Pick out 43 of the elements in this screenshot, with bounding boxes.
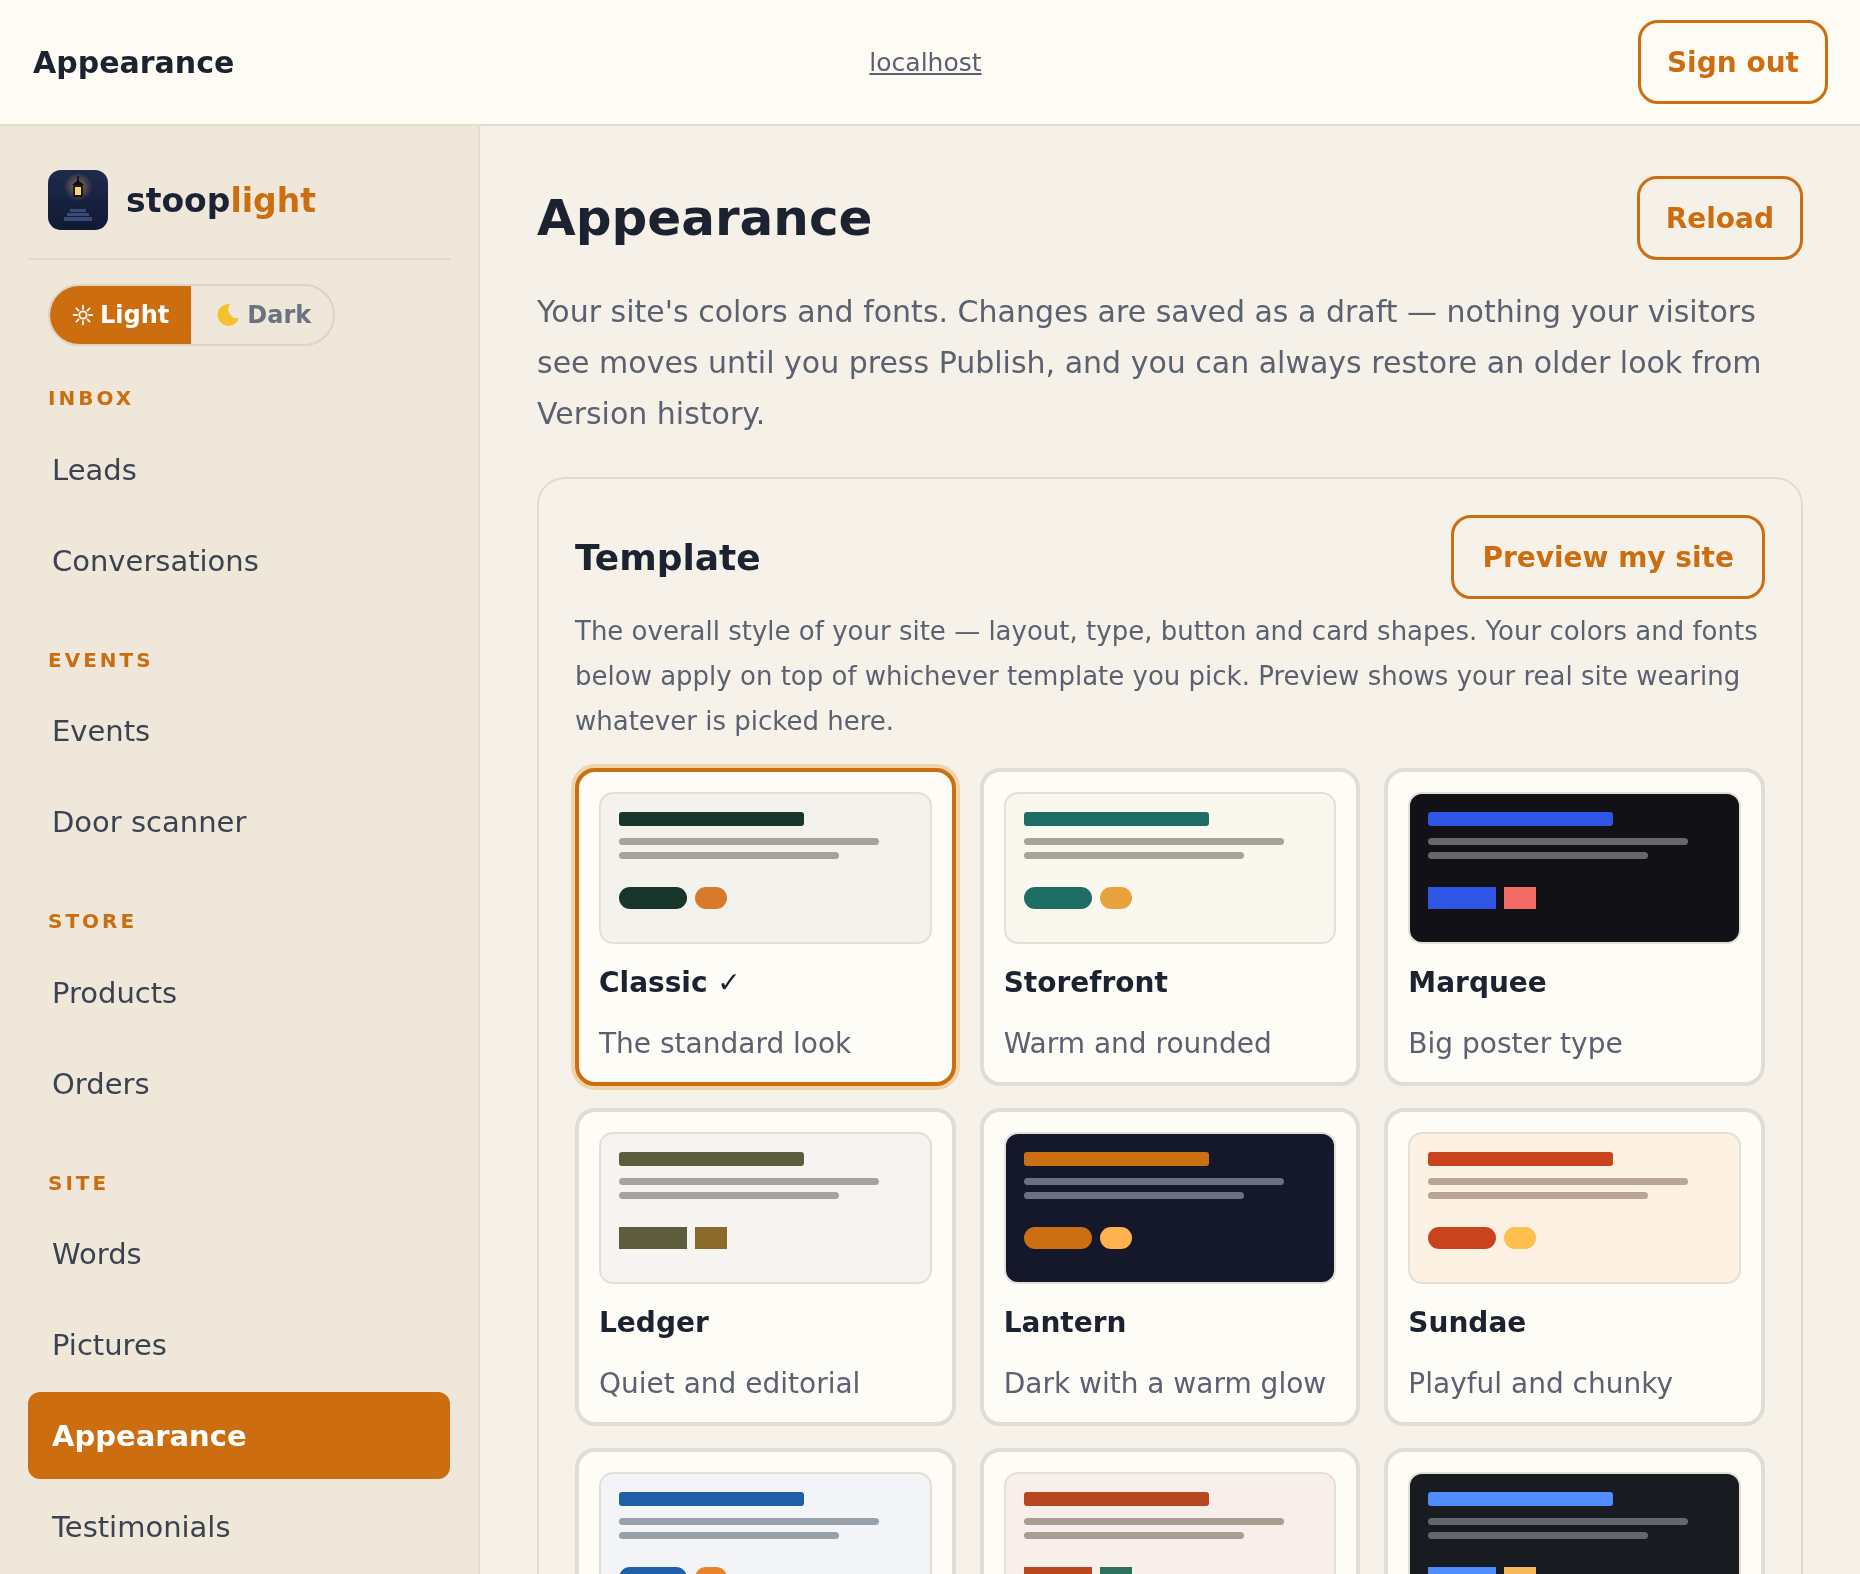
page-title: Appearance — [537, 189, 873, 247]
address-link[interactable]: localhost — [869, 47, 982, 77]
nav-item[interactable]: Testimonials — [28, 1483, 450, 1570]
theme-option[interactable]: Light — [50, 285, 192, 345]
section-description: The overall style of your site — layout, type, button and card shapes. Your colors and fonts below apply on top of whichever template you pick. Preview shows your real site wearing whatever is picked here. — [575, 615, 1759, 738]
template-name: Storefront — [1003, 966, 1169, 999]
nav-item[interactable]: Pictures — [28, 1301, 450, 1389]
template-card[interactable]: Marquee Big poster type — [1384, 768, 1765, 1086]
template-name: Lantern — [1003, 1306, 1128, 1339]
template-subtitle: Big poster type — [1408, 1027, 1624, 1060]
page-description: Your site's colors and fonts. Changes are saved as a draft — nothing your visitors see moves until you press Publish, and you can always restore an older look from Version history. — [537, 293, 1763, 433]
template-name: Ledger — [599, 1306, 710, 1339]
nav-item[interactable]: Words — [28, 1210, 450, 1298]
template-subtitle: Dark with a warm glow — [1003, 1367, 1328, 1400]
template-card[interactable]: Sundae Playful and chunky — [1384, 1108, 1765, 1426]
nav-item[interactable]: Events — [28, 687, 450, 775]
template-subtitle: Warm and rounded — [1003, 1027, 1273, 1060]
lantern-logo-icon — [48, 170, 108, 230]
nav-item[interactable]: Products — [28, 949, 450, 1037]
nav-section-label: EVENTS — [47, 647, 155, 672]
nav-section-label: SITE — [47, 1170, 111, 1195]
nav-section-label: INBOX — [47, 386, 136, 411]
template-card[interactable]: Storefront Warm and rounded — [979, 768, 1361, 1086]
sign-out-button[interactable]: Sign out — [1637, 20, 1828, 104]
template-name: Sundae — [1408, 1306, 1528, 1339]
header-title: Appearance — [33, 44, 236, 80]
template-subtitle: Quiet and editorial — [599, 1367, 862, 1400]
template-card[interactable]: Lantern Dark with a warm glow — [979, 1108, 1361, 1426]
nav-item[interactable]: Orders — [28, 1040, 450, 1127]
nav-item[interactable]: Conversations — [28, 517, 450, 604]
template-subtitle: The standard look — [599, 1027, 853, 1060]
nav-item[interactable]: Appearance — [28, 1392, 450, 1480]
template-name: Marquee — [1408, 966, 1548, 999]
sun-icon — [72, 304, 94, 327]
template-subtitle: Playful and chunky — [1408, 1367, 1674, 1400]
section-title: Template — [575, 536, 761, 578]
nav-section-label: STORE — [47, 909, 139, 934]
nav-item[interactable]: Door scanner — [28, 778, 450, 866]
template-card[interactable]: Ledger Quiet and editorial — [575, 1108, 956, 1426]
template-name: Classic ✓ — [599, 966, 742, 999]
nav-item[interactable]: Leads — [28, 426, 450, 514]
brand-name: stooplight — [126, 180, 316, 220]
theme-option[interactable]: Dark — [191, 285, 334, 345]
